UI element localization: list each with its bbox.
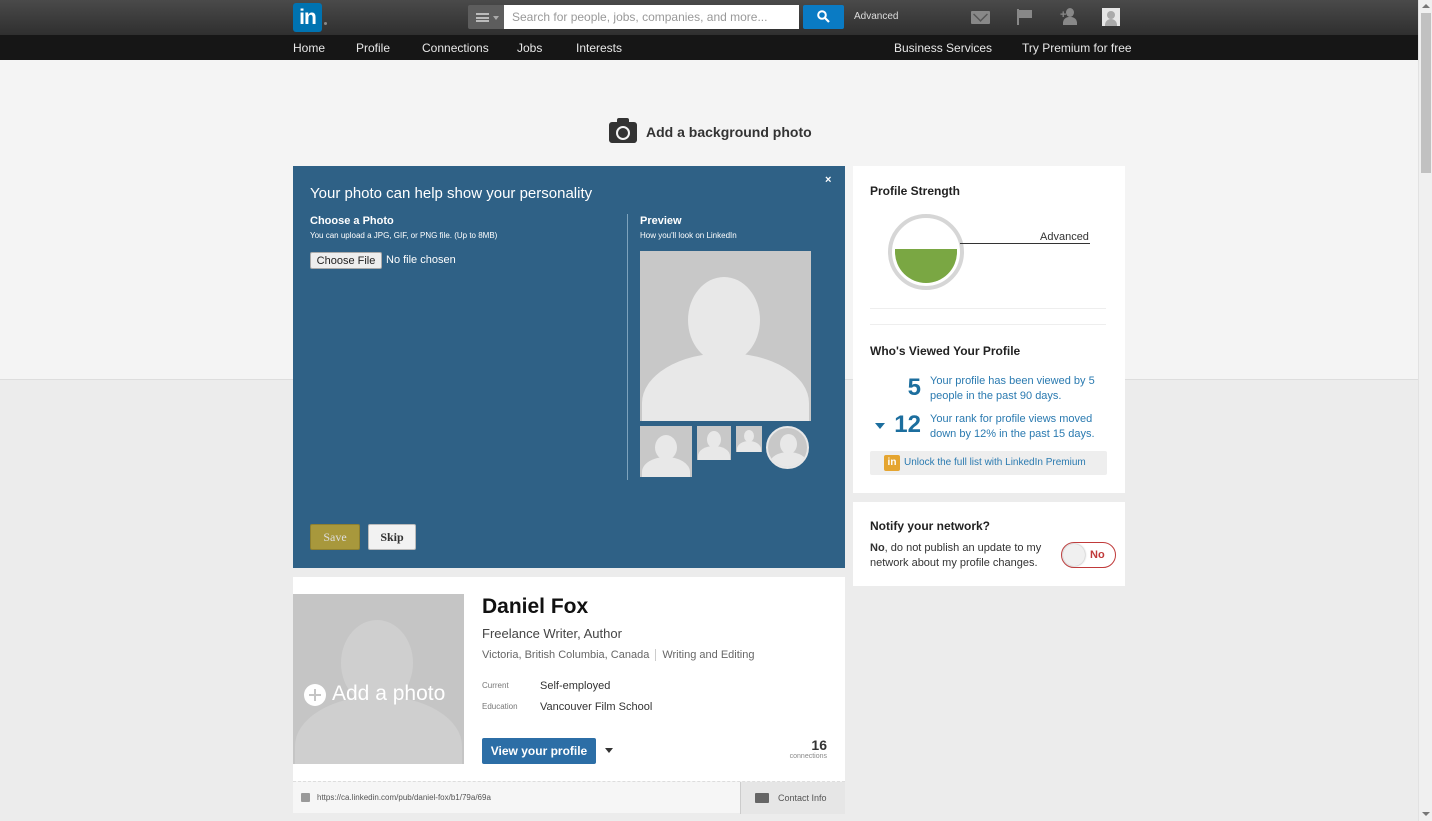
rank-count[interactable]: 12 [887, 411, 921, 439]
linkedin-logo[interactable]: in [293, 3, 322, 32]
search-icon [817, 10, 830, 23]
search-button[interactable] [803, 5, 844, 29]
profile-strength-panel: Profile Strength Advanced Who's Viewed Y… [853, 166, 1125, 493]
add-photo-placeholder[interactable]: Add a photo [293, 594, 464, 764]
view-profile-button[interactable]: View your profile [482, 738, 596, 764]
preview-heading: Preview [640, 215, 682, 227]
whos-viewed-title[interactable]: Who's Viewed Your Profile [870, 344, 1020, 358]
photo-upload-panel: × Your photo can help show your personal… [293, 166, 845, 568]
contact-info-button[interactable]: Contact Info [740, 782, 845, 814]
search-category-dropdown[interactable] [468, 5, 504, 29]
profile-strength-level: Advanced [1040, 231, 1089, 243]
preview-tiny-placeholder [736, 426, 762, 452]
public-profile-url-bar: https://ca.linkedin.com/pub/daniel-fox/b… [293, 781, 845, 814]
rank-description[interactable]: Your rank for profile views moved down b… [930, 412, 1105, 442]
add-background-label: Add a background photo [646, 124, 812, 140]
nav-home[interactable]: Home [293, 41, 325, 55]
nav-jobs[interactable]: Jobs [517, 41, 542, 55]
choose-photo-hint: You can upload a JPG, GIF, or PNG file. … [310, 231, 498, 240]
notify-network-panel: Notify your network? No, do not publish … [853, 502, 1125, 586]
preview-large-placeholder [640, 251, 811, 421]
rank-down-icon [875, 423, 885, 429]
panel-divider [627, 214, 628, 480]
education-value[interactable]: Vancouver Film School [540, 701, 652, 713]
education-label: Education [482, 702, 518, 711]
preview-circle-placeholder [766, 426, 809, 469]
toggle-knob [1063, 544, 1085, 566]
views-count[interactable]: 5 [893, 374, 921, 402]
profile-headline: Freelance Writer, Author [482, 626, 622, 641]
nav-connections[interactable]: Connections [422, 41, 489, 55]
contact-info-label: Contact Info [778, 793, 827, 803]
current-value[interactable]: Self-employed [540, 680, 610, 692]
profile-card: Add a photo Daniel Fox Freelance Writer,… [293, 577, 845, 814]
nav-try-premium[interactable]: Try Premium for free [1022, 41, 1132, 55]
unlock-premium-label: Unlock the full list with LinkedIn Premi… [904, 457, 1086, 468]
preview-medium-placeholder [640, 426, 692, 477]
current-label: Current [482, 681, 509, 690]
search-input[interactable] [504, 5, 799, 29]
profile-industry[interactable]: Writing and Editing [662, 649, 754, 661]
notify-network-title: Notify your network? [870, 519, 991, 533]
profile-name: Daniel Fox [482, 595, 589, 618]
profile-strength-title: Profile Strength [870, 184, 961, 198]
profile-strength-fill [895, 249, 957, 283]
profile-location[interactable]: Victoria, British Columbia, Canada [482, 649, 649, 661]
logo-mark-icon [324, 22, 327, 25]
nav-interests[interactable]: Interests [576, 41, 622, 55]
views-description[interactable]: Your profile has been viewed by 5 people… [930, 374, 1105, 404]
notify-network-toggle[interactable]: No [1061, 542, 1116, 568]
notify-network-text: No, do not publish an update to my netwo… [870, 542, 1042, 569]
unlock-premium-button[interactable]: in Unlock the full list with LinkedIn Pr… [870, 451, 1107, 475]
link-icon [301, 793, 310, 802]
preview-hint: How you'll look on LinkedIn [640, 231, 737, 240]
menu-icon [476, 13, 489, 22]
flag-icon[interactable] [1017, 9, 1033, 25]
advanced-search-link[interactable]: Advanced [854, 11, 898, 22]
gauge-pointer-line [960, 243, 1090, 244]
choose-photo-heading: Choose a Photo [310, 215, 394, 227]
public-profile-url[interactable]: https://ca.linkedin.com/pub/daniel-fox/b… [317, 793, 491, 802]
top-bar: in Advanced + [0, 0, 1418, 35]
photo-panel-title: Your photo can help show your personalit… [310, 185, 593, 202]
preview-small-placeholder [697, 426, 731, 460]
nav-business-services[interactable]: Business Services [894, 41, 992, 55]
scroll-down-icon[interactable] [1422, 812, 1430, 816]
plus-circle-icon [304, 684, 326, 706]
page-scrollbar[interactable] [1418, 0, 1432, 821]
connections-label: connections [789, 753, 827, 760]
chevron-down-icon [493, 16, 499, 20]
close-icon[interactable]: × [825, 174, 831, 186]
profile-location-line: Victoria, British Columbia, Canada Writin… [482, 649, 754, 662]
toggle-state-label: No [1090, 549, 1105, 561]
camera-icon [609, 118, 637, 143]
file-status: No file chosen [386, 254, 456, 266]
add-connection-icon[interactable]: + [1060, 8, 1080, 26]
main-nav: Home Profile Connections Jobs Interests … [0, 35, 1418, 60]
linkedin-premium-icon: in [884, 455, 900, 471]
add-photo-label: Add a photo [332, 682, 446, 705]
account-avatar-icon[interactable] [1102, 8, 1120, 26]
save-button[interactable]: Save [310, 524, 360, 550]
scroll-up-icon[interactable] [1422, 4, 1430, 8]
profile-strength-gauge[interactable] [888, 214, 964, 290]
contact-card-icon [755, 793, 769, 803]
scroll-thumb[interactable] [1421, 13, 1431, 173]
nav-profile[interactable]: Profile [356, 41, 390, 55]
choose-file-button[interactable]: Choose File [310, 252, 382, 269]
mail-icon[interactable] [971, 11, 990, 24]
connections-count[interactable]: 16 [755, 737, 827, 753]
skip-button[interactable]: Skip [368, 524, 416, 550]
profile-actions-chevron-icon[interactable] [605, 748, 613, 753]
